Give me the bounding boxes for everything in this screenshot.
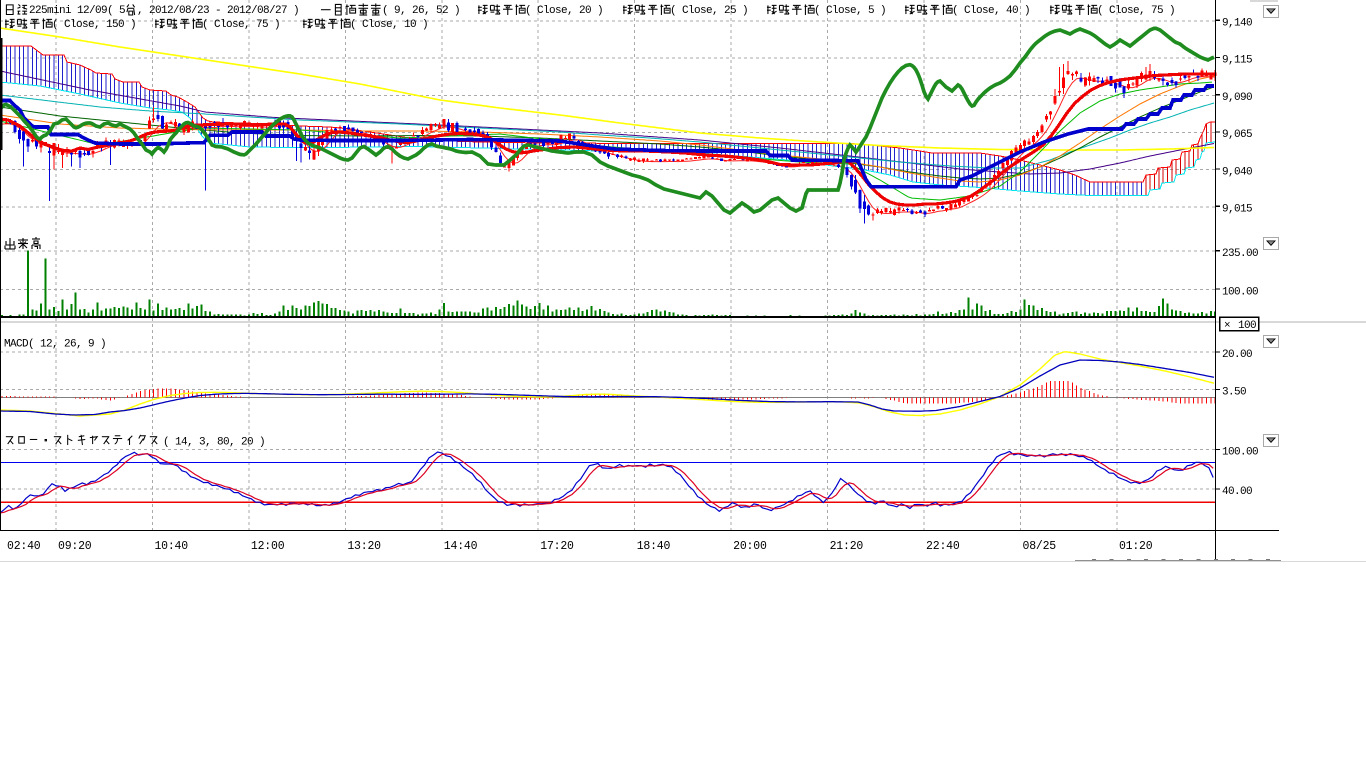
svg-text:( Close, 75 ): ( Close, 75 ) xyxy=(202,19,280,31)
svg-text:14:40: 14:40 xyxy=(444,540,478,553)
svg-text:02:40: 02:40 xyxy=(7,540,41,553)
svg-text:9,065: 9,065 xyxy=(1222,129,1252,141)
svg-text:225mini 12/09( 5: 225mini 12/09( 5 xyxy=(29,5,125,17)
svg-text:( Close, 40 ): ( Close, 40 ) xyxy=(952,5,1030,17)
svg-text:( 9, 26, 52 ): ( 9, 26, 52 ) xyxy=(382,5,460,17)
svg-text:100: 100 xyxy=(1238,320,1256,332)
svg-text:22:40: 22:40 xyxy=(926,540,960,553)
svg-text:9,115: 9,115 xyxy=(1222,55,1252,67)
svg-text:20.00: 20.00 xyxy=(1222,349,1252,361)
svg-text:12:00: 12:00 xyxy=(251,540,285,553)
svg-text:9,040: 9,040 xyxy=(1222,166,1252,178)
svg-text:13:20: 13:20 xyxy=(347,540,381,553)
svg-text:( Close, 150 ): ( Close, 150 ) xyxy=(52,19,136,31)
svg-text:9,090: 9,090 xyxy=(1222,92,1252,104)
svg-text:100.00: 100.00 xyxy=(1222,286,1258,298)
svg-text:40.00: 40.00 xyxy=(1222,486,1252,498)
svg-text:( Close, 5 ): ( Close, 5 ) xyxy=(814,5,886,17)
svg-text:( 14, 3, 80, 20 ): ( 14, 3, 80, 20 ) xyxy=(163,437,265,449)
svg-text:17:20: 17:20 xyxy=(540,540,574,553)
svg-text:( Close, 75 ): ( Close, 75 ) xyxy=(1097,5,1175,17)
svg-text:9,015: 9,015 xyxy=(1222,204,1252,216)
svg-text:100.00: 100.00 xyxy=(1222,447,1258,459)
svg-text:( Close, 20 ): ( Close, 20 ) xyxy=(525,5,603,17)
svg-text:21:20: 21:20 xyxy=(830,540,864,553)
svg-text:235.00: 235.00 xyxy=(1222,248,1258,260)
svg-text:( Close, 25 ): ( Close, 25 ) xyxy=(670,5,748,17)
svg-text:9,140: 9,140 xyxy=(1222,18,1252,30)
svg-text:18:40: 18:40 xyxy=(637,540,671,553)
svg-text:3.50: 3.50 xyxy=(1222,387,1246,399)
svg-text:×: × xyxy=(1224,320,1230,332)
svg-text:08/25: 08/25 xyxy=(1023,540,1057,553)
svg-text:20:00: 20:00 xyxy=(733,540,767,553)
svg-text:09:20: 09:20 xyxy=(58,540,92,553)
svg-text:01:20: 01:20 xyxy=(1119,540,1153,553)
svg-text:, 2012/08/23 - 2012/08/27 ): , 2012/08/23 - 2012/08/27 ) xyxy=(137,5,299,17)
svg-text:10:40: 10:40 xyxy=(154,540,188,553)
svg-text:MACD( 12, 26, 9 ): MACD( 12, 26, 9 ) xyxy=(4,339,106,351)
svg-text:( Close, 10 ): ( Close, 10 ) xyxy=(350,19,428,31)
